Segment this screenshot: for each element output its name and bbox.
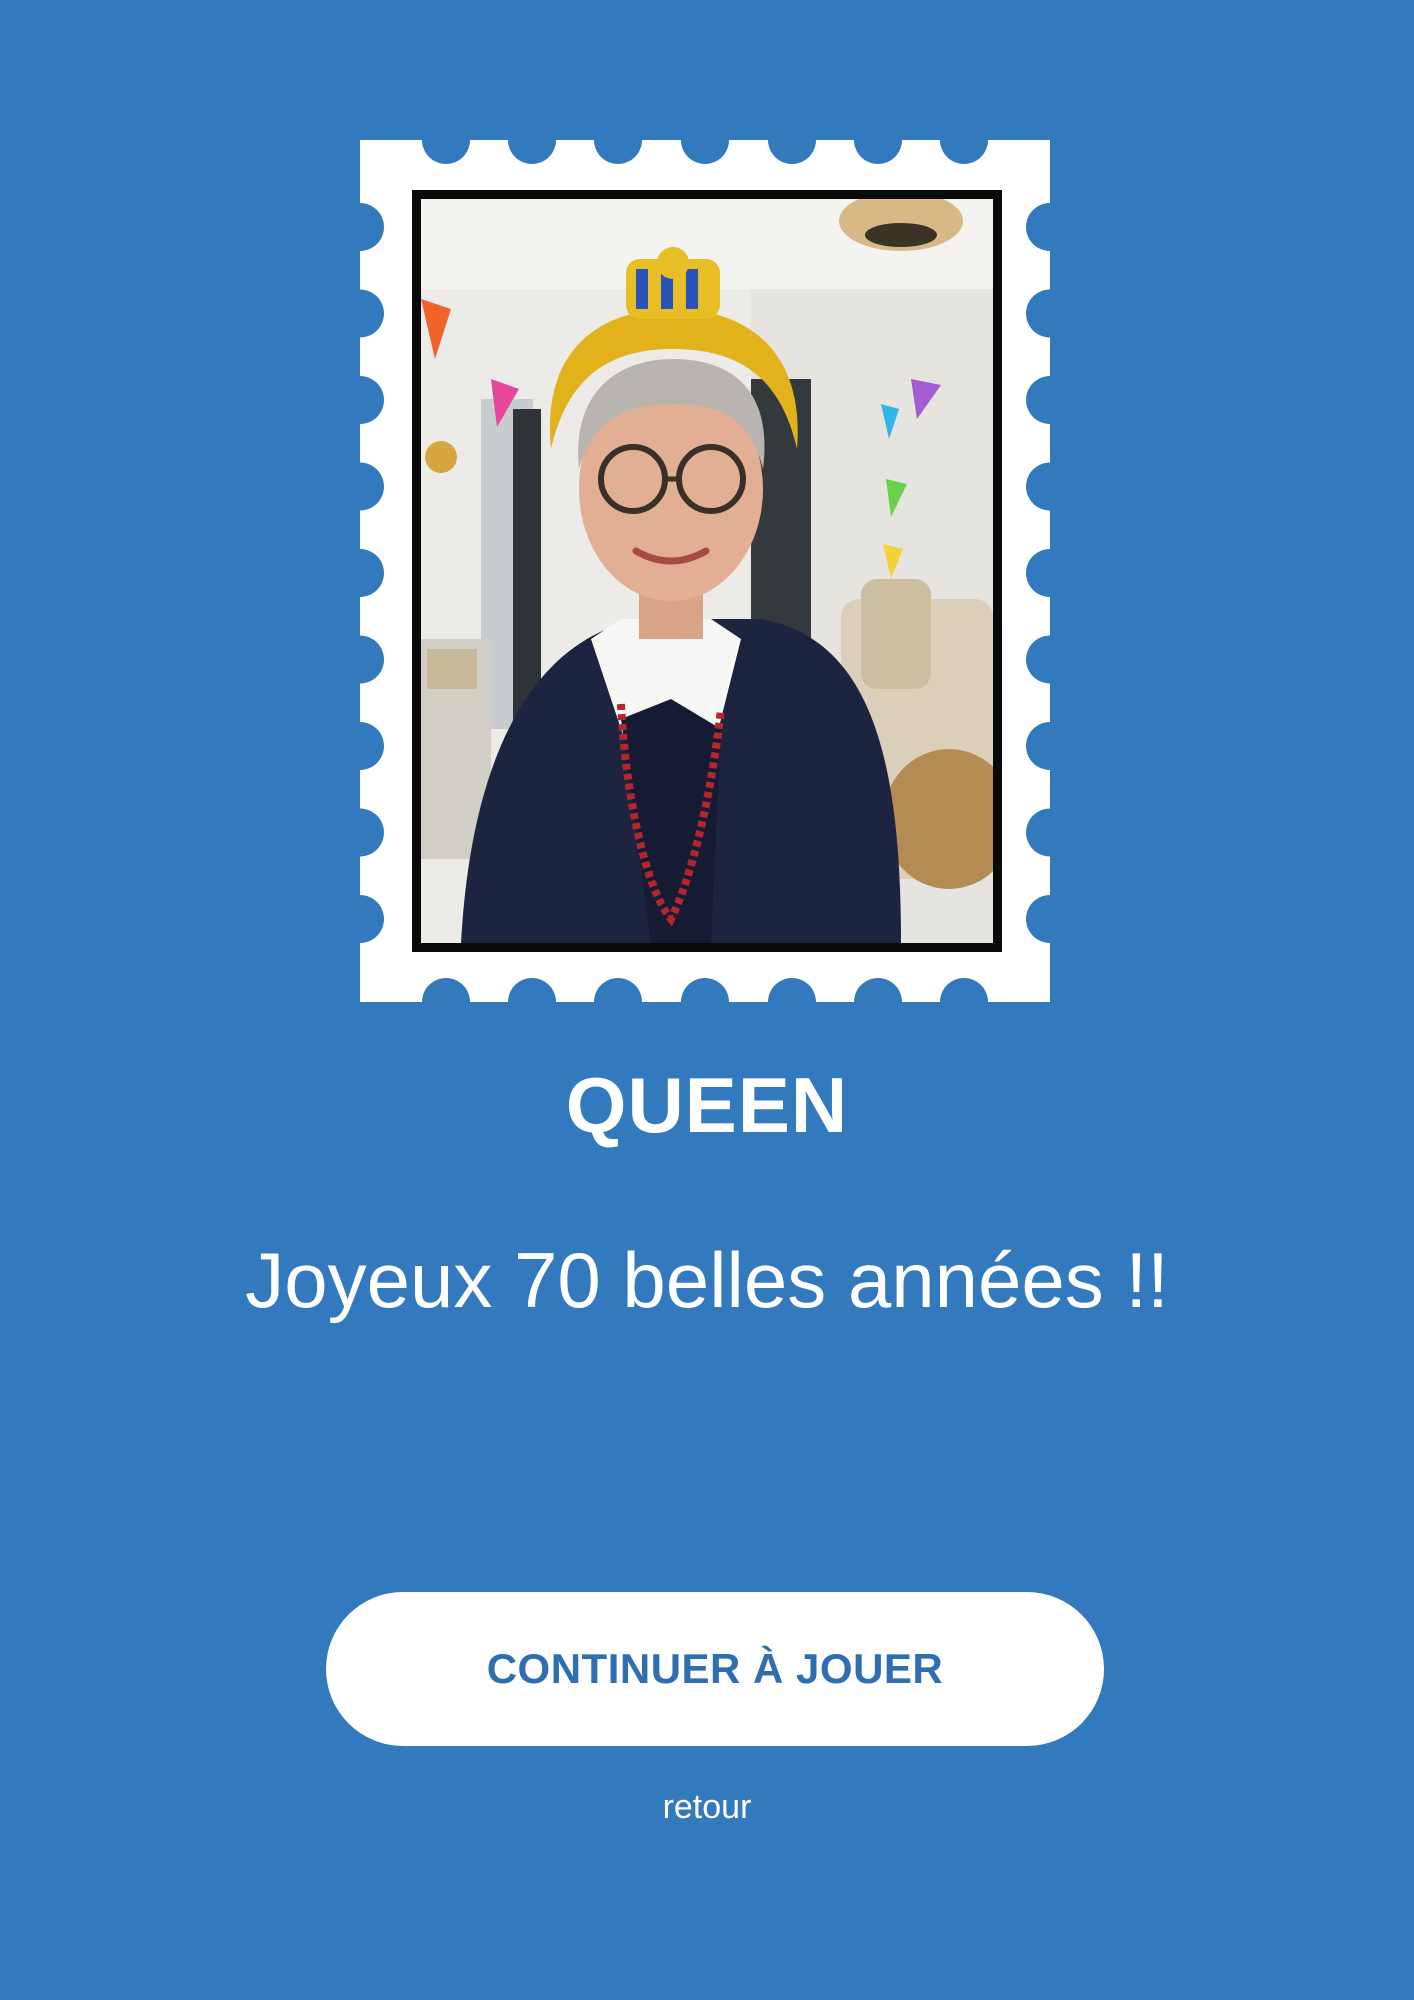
card-title: QUEEN <box>565 1061 849 1149</box>
continue-playing-button[interactable]: CONTINUER À JOUER <box>326 1592 1104 1746</box>
back-link[interactable]: retour <box>0 1788 1414 1827</box>
birthday-message: Joyeux 70 belles années !! <box>245 1236 1169 1324</box>
birthday-photo <box>412 190 1002 952</box>
